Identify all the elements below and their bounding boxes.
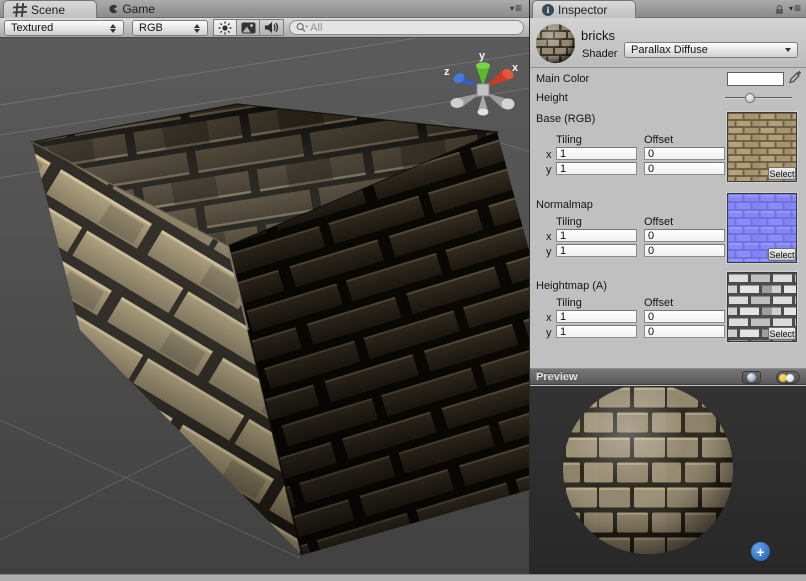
- x-row-label: x: [546, 149, 552, 161]
- base-tiling-y-field[interactable]: [556, 162, 637, 175]
- draw-mode-value: Textured: [11, 22, 106, 34]
- color-mode-dropdown[interactable]: RGB: [132, 20, 208, 36]
- height-slider-track[interactable]: [725, 97, 792, 99]
- base-offset-y-field[interactable]: [644, 162, 725, 175]
- shader-dropdown[interactable]: Parallax Diffuse: [624, 42, 798, 58]
- preview-light-toggle[interactable]: [776, 371, 800, 384]
- heightmap-select-button[interactable]: Select: [768, 327, 796, 340]
- inspector-menu-icon[interactable]: ▾≡: [789, 2, 801, 14]
- tab-inspector-label: Inspector: [558, 3, 607, 17]
- sphere-icon: [747, 373, 756, 382]
- gizmo-y-axis[interactable]: [476, 62, 490, 86]
- preview-header[interactable]: Preview: [530, 368, 806, 385]
- search-input[interactable]: [310, 22, 517, 34]
- gizmo-center-cube[interactable]: [477, 84, 489, 96]
- draw-mode-dropdown[interactable]: Textured: [4, 20, 124, 36]
- scene-toolbar: Textured RGB: [0, 18, 529, 38]
- game-icon: [109, 2, 118, 16]
- offset-header: Offset: [644, 297, 673, 309]
- normalmap-tiling-x-field[interactable]: [556, 229, 637, 242]
- height-slider[interactable]: [725, 92, 792, 104]
- y-row-label: y: [546, 327, 552, 339]
- section-title-normalmap: Normalmap: [536, 199, 593, 211]
- color-mode-value: RGB: [139, 22, 190, 34]
- preview-sphere[interactable]: [563, 386, 733, 554]
- offset-header: Offset: [644, 134, 673, 146]
- light-off-icon: [786, 374, 794, 382]
- base-texture-thumb[interactable]: Select: [727, 112, 797, 182]
- tiling-header: Tiling: [556, 216, 582, 228]
- preview-canvas[interactable]: +: [530, 386, 806, 574]
- gizmo-x-axis[interactable]: [485, 67, 515, 87]
- scene-3d-view[interactable]: y x z: [0, 38, 529, 574]
- height-slider-thumb[interactable]: [745, 93, 755, 103]
- y-row-label: y: [546, 164, 552, 176]
- tab-game-label: Game: [122, 2, 155, 16]
- heightmap-tiling-x-field[interactable]: [556, 310, 637, 323]
- gizmo-y-label: y: [479, 50, 486, 62]
- sun-icon: [218, 21, 232, 35]
- material-name: bricks: [581, 28, 615, 43]
- section-title-heightmap: Heightmap (A): [536, 280, 607, 292]
- tiling-header: Tiling: [556, 297, 582, 309]
- preview-mesh-button[interactable]: [742, 371, 761, 384]
- tiling-header: Tiling: [556, 134, 582, 146]
- inspector-panel: i Inspector ▾≡: [530, 0, 806, 574]
- scene-lighting-toggle[interactable]: [213, 19, 237, 36]
- base-offset-x-field[interactable]: [644, 147, 725, 160]
- heightmap-offset-y-field[interactable]: [644, 325, 725, 338]
- audio-icon: [264, 21, 279, 34]
- tab-inspector[interactable]: i Inspector: [532, 0, 636, 18]
- shader-value: Parallax Diffuse: [631, 44, 785, 56]
- scene-overlay-toggle[interactable]: [236, 19, 260, 36]
- heightmap-tiling-y-field[interactable]: [556, 325, 637, 338]
- scene-audio-toggle[interactable]: [259, 19, 284, 36]
- x-row-label: x: [546, 312, 552, 324]
- scene-tabbar: Scene Game ▾≡: [0, 0, 529, 18]
- scene-search-field[interactable]: [289, 20, 524, 35]
- main-color-label: Main Color: [536, 73, 589, 85]
- normalmap-tiling-y-field[interactable]: [556, 244, 637, 257]
- heightmap-offset-x-field[interactable]: [644, 310, 725, 323]
- material-header: bricks Shader ? ▾ Parallax Diffuse: [530, 18, 806, 68]
- updown-arrows-icon: [194, 24, 201, 33]
- normalmap-offset-y-field[interactable]: [644, 244, 725, 257]
- tab-game[interactable]: Game: [100, 0, 164, 18]
- x-row-label: x: [546, 231, 552, 243]
- scene-grid-icon: [13, 3, 27, 17]
- window-bottom-strip: [0, 574, 806, 581]
- base-tiling-x-field[interactable]: [556, 147, 637, 160]
- material-preview-thumb[interactable]: [535, 23, 576, 64]
- eyedropper-icon[interactable]: [789, 70, 802, 85]
- scene-viewport[interactable]: y x z: [0, 38, 529, 574]
- info-icon: i: [542, 4, 554, 16]
- main-color-swatch[interactable]: [727, 72, 784, 86]
- normalmap-select-button[interactable]: Select: [768, 248, 796, 261]
- gizmo-x-label: x: [512, 62, 519, 74]
- dropdown-caret-icon: [785, 48, 791, 52]
- image-icon: [241, 22, 256, 34]
- height-label: Height: [536, 92, 568, 104]
- shader-label: Shader: [582, 48, 617, 60]
- preview-title: Preview: [536, 371, 806, 383]
- scene-panel-menu-icon[interactable]: ▾≡: [510, 2, 522, 14]
- heightmap-texture-thumb[interactable]: Select: [727, 272, 797, 342]
- lock-icon[interactable]: [774, 4, 785, 15]
- base-select-button[interactable]: Select: [768, 167, 796, 180]
- section-title-base: Base (RGB): [536, 113, 595, 125]
- add-icon[interactable]: +: [751, 542, 770, 561]
- normalmap-offset-x-field[interactable]: [644, 229, 725, 242]
- scene-orientation-gizmo[interactable]: y x z: [444, 50, 519, 116]
- y-row-label: y: [546, 246, 552, 258]
- inspector-tabbar: i Inspector ▾≡: [530, 0, 806, 18]
- offset-header: Offset: [644, 216, 673, 228]
- search-icon: [296, 22, 308, 33]
- updown-arrows-icon: [110, 24, 117, 33]
- gizmo-z-label: z: [444, 66, 450, 78]
- tab-scene[interactable]: Scene: [3, 0, 97, 18]
- normalmap-texture-thumb[interactable]: Select: [727, 193, 797, 263]
- tab-scene-label: Scene: [31, 3, 65, 17]
